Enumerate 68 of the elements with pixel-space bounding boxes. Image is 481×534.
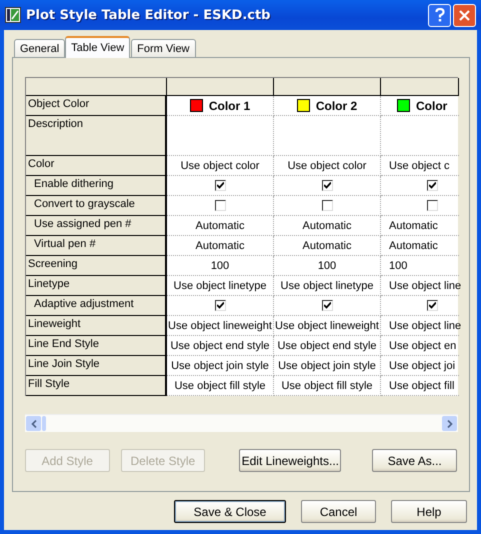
row-label: Line End Style (26, 336, 167, 356)
color-name: Color (416, 98, 448, 112)
row-label: Adaptive adjustment (26, 296, 167, 316)
column-header[interactable] (274, 78, 381, 96)
table-cell: Use object en (381, 336, 459, 356)
table-cell: Automatic (167, 216, 274, 236)
row-label: Lineweight (26, 316, 167, 336)
table-cell: Automatic (167, 236, 274, 256)
table-cell: Use object linetype (167, 276, 274, 296)
column-header[interactable] (167, 78, 274, 96)
dialog-button[interactable]: Save & Close (174, 500, 286, 523)
table-cell: Use object line (381, 276, 459, 296)
color-name: Color 1 (208, 98, 250, 112)
checkbox[interactable] (427, 200, 438, 211)
table-cell: Use object join style (167, 356, 274, 376)
row-label: Color (26, 156, 167, 176)
table-cell: 100 (167, 256, 274, 276)
scroll-left-icon[interactable] (26, 416, 41, 431)
panel-button[interactable]: Edit Lineweights... (239, 449, 342, 472)
table-cell: Use object lineweight (167, 316, 274, 336)
close-icon[interactable] (453, 4, 476, 26)
table-cell: Automatic (274, 236, 381, 256)
checkbox[interactable] (214, 300, 226, 311)
horizontal-scrollbar[interactable] (25, 414, 458, 432)
checkbox[interactable] (322, 200, 332, 211)
help-icon[interactable] (428, 4, 451, 26)
table-cell: Use object joi (381, 356, 459, 376)
row-label: Convert to grayscale (26, 196, 167, 216)
row-label: Line Join Style (26, 356, 167, 376)
table-cell: Use object join style (274, 356, 381, 376)
checkbox[interactable] (214, 180, 226, 191)
table-cell: Use object linetype (274, 276, 381, 296)
table-cell: Use object c (381, 156, 459, 176)
table-cell: Use object lineweight (274, 316, 381, 336)
row-label: Description (26, 116, 167, 156)
checkbox[interactable] (427, 180, 438, 191)
table-cell: Automatic (274, 216, 381, 236)
column-header[interactable] (381, 78, 459, 96)
checkbox[interactable] (322, 300, 332, 311)
table-cell: Use object color (167, 156, 274, 176)
row-label: Screening (26, 256, 167, 276)
table-cell: 100 (381, 256, 459, 276)
dialog-button[interactable]: Cancel (301, 500, 376, 523)
table-cell: Automatic (381, 236, 459, 256)
dialog-button[interactable]: Help (391, 500, 467, 523)
row-label: Use assigned pen # (26, 216, 167, 236)
checkbox[interactable] (322, 180, 332, 191)
panel-button[interactable]: Save As... (372, 449, 458, 472)
row-label: Enable dithering (26, 176, 167, 196)
window-title: Plot Style Table Editor - ESKD.ctb (26, 8, 272, 22)
tab[interactable]: Form View (131, 39, 196, 57)
row-label: Virtual pen # (26, 236, 167, 256)
tab[interactable]: General (14, 39, 66, 57)
app-icon (5, 7, 21, 23)
row-label: Fill Style (26, 376, 167, 396)
table-cell: Use object end style (274, 336, 381, 356)
scroll-right-icon[interactable] (442, 416, 457, 431)
checkbox[interactable] (214, 200, 226, 211)
color-name: Color 2 (316, 98, 358, 112)
table-cell: Use object color (274, 156, 381, 176)
table-cell: Use object line (381, 316, 459, 336)
row-label: Object Color (26, 96, 167, 116)
tab[interactable]: Table View (65, 36, 130, 58)
checkbox[interactable] (427, 300, 438, 311)
row-label: Linetype (26, 276, 167, 296)
table-cell: Use object end style (167, 336, 274, 356)
table-cell: Automatic (381, 216, 459, 236)
table-cell: 100 (274, 256, 381, 276)
